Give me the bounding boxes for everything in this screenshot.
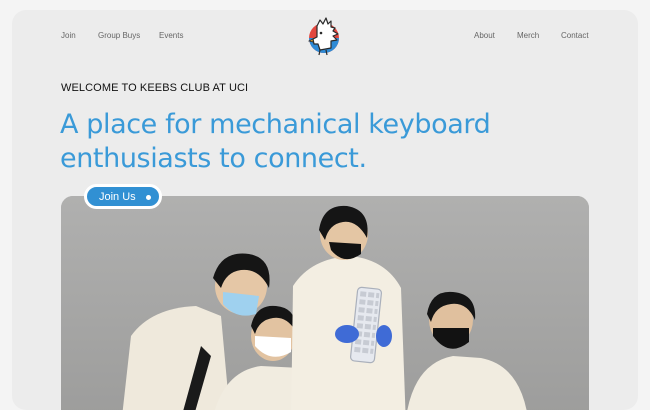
nav-link-about[interactable]: About xyxy=(474,31,495,40)
group-photo-illustration xyxy=(61,196,589,410)
join-us-button[interactable]: Join Us xyxy=(84,184,162,209)
hero-eyebrow: WELCOME TO KEEBS CLUB AT UCI xyxy=(61,82,249,94)
join-us-label: Join Us xyxy=(99,191,136,203)
dot-icon xyxy=(146,195,151,200)
nav-link-merch[interactable]: Merch xyxy=(517,31,539,40)
hero-headline-line-2: enthusiasts to connect. xyxy=(60,143,367,174)
top-nav: Join Group Buys Events About Merch Conta… xyxy=(12,10,638,60)
page-card: Join Group Buys Events About Merch Conta… xyxy=(12,10,638,410)
rooster-mascot-logo-icon[interactable] xyxy=(304,14,348,58)
nav-link-contact[interactable]: Contact xyxy=(561,31,589,40)
hero-group-photo xyxy=(61,196,589,410)
nav-link-join[interactable]: Join xyxy=(61,31,76,40)
nav-link-group-buys[interactable]: Group Buys xyxy=(98,31,140,40)
hero-headline-line-1: A place for mechanical keyboard xyxy=(60,109,491,140)
hero-headline: A place for mechanical keyboard enthusia… xyxy=(60,108,620,176)
nav-link-events[interactable]: Events xyxy=(159,31,183,40)
